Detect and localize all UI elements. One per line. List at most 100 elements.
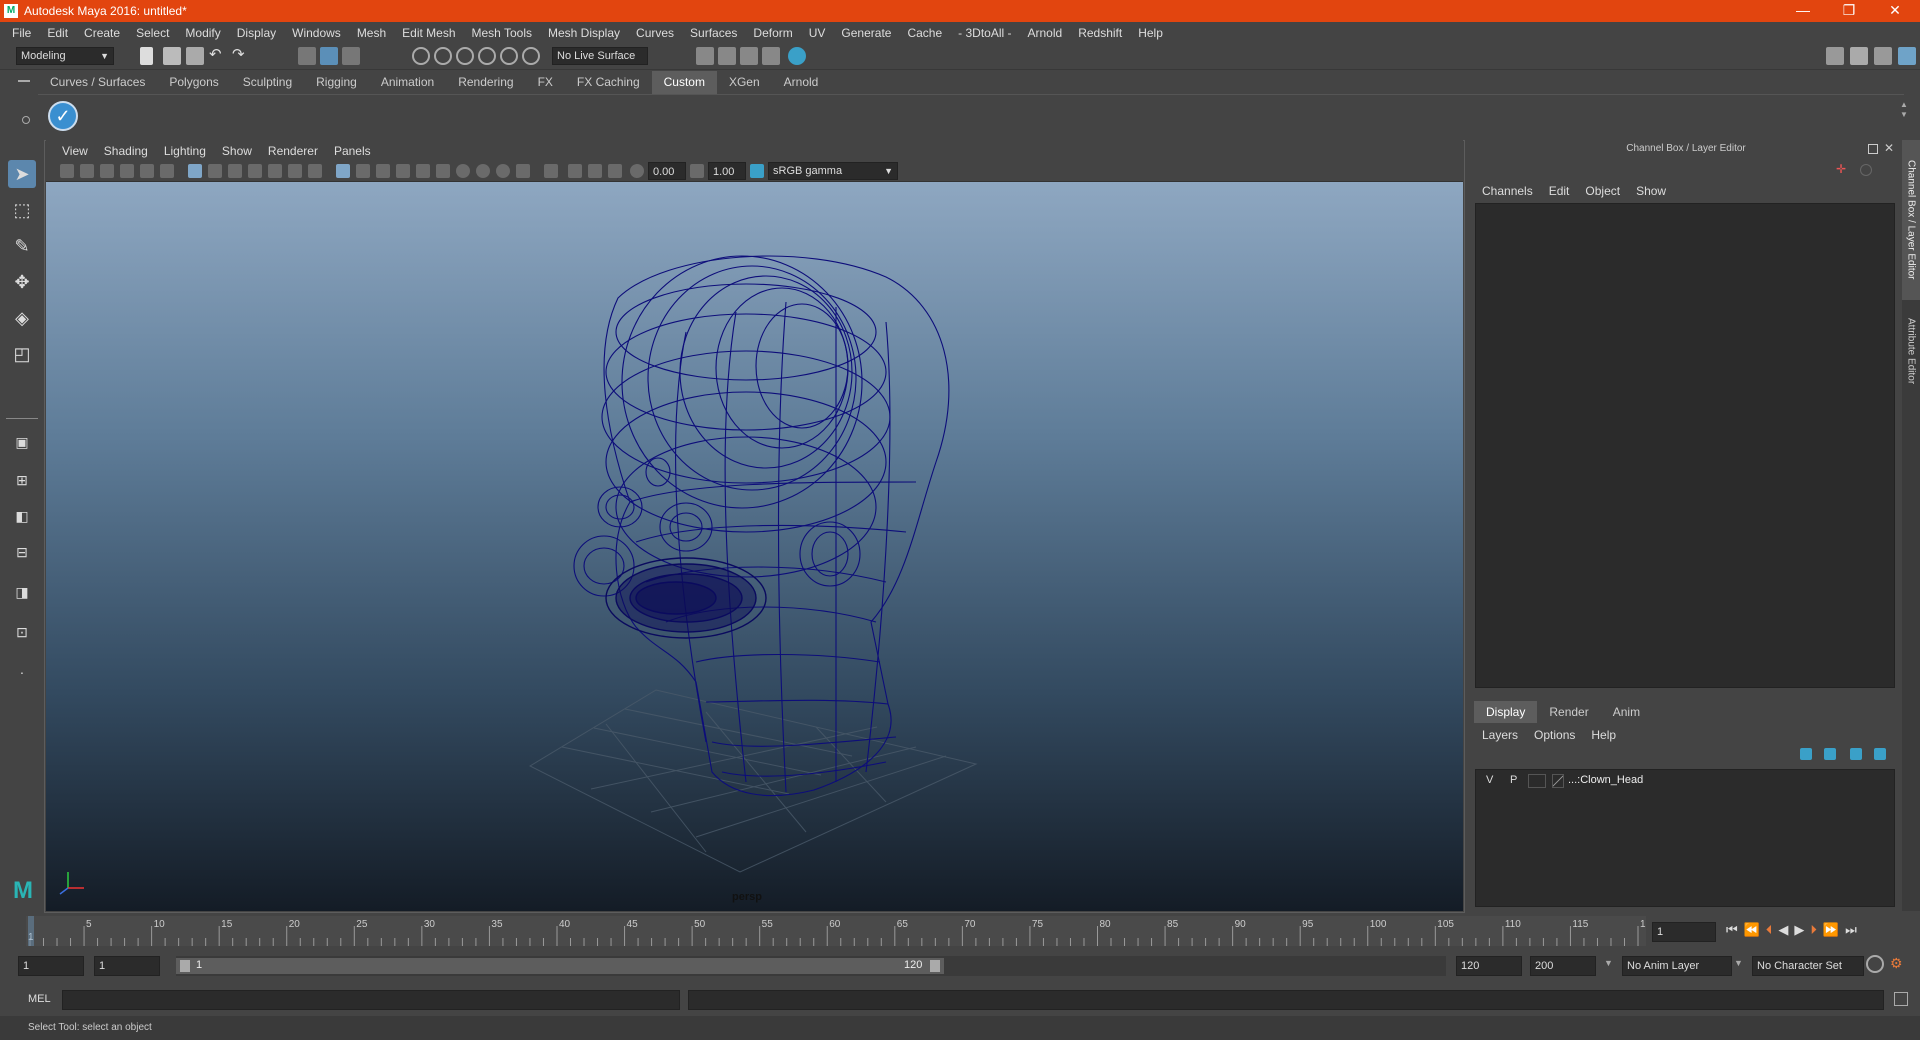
smooth-shade-icon[interactable] bbox=[356, 164, 370, 178]
menu-generate[interactable]: Generate bbox=[833, 26, 899, 40]
shelf-tab-xgen[interactable]: XGen bbox=[716, 71, 772, 94]
command-language-label[interactable]: MEL bbox=[28, 993, 51, 1005]
shelf-tab-curves-surfaces[interactable]: Curves / Surfaces bbox=[38, 71, 158, 94]
hypershade-layout-icon[interactable]: ⊡ bbox=[8, 618, 36, 646]
persp-outliner-layout-icon[interactable]: ⊟ bbox=[8, 538, 36, 566]
shelf-options-icon[interactable] bbox=[22, 116, 30, 124]
layer-row[interactable]: V P ...:Clown_Head bbox=[1476, 772, 1894, 790]
restore-button[interactable]: ❐ bbox=[1826, 0, 1872, 22]
animation-end-field[interactable]: 200 bbox=[1530, 956, 1596, 976]
new-scene-icon[interactable] bbox=[140, 47, 153, 65]
gamma-icon[interactable] bbox=[690, 164, 704, 178]
menu-3dtoall[interactable]: - 3DtoAll - bbox=[950, 26, 1019, 40]
2d-pan-zoom-icon[interactable] bbox=[140, 164, 154, 178]
snap-view-plane-icon[interactable] bbox=[478, 47, 496, 65]
float-panel-icon[interactable] bbox=[1868, 144, 1878, 154]
channel-box-menu-edit[interactable]: Edit bbox=[1541, 184, 1578, 198]
select-tool-icon[interactable]: ➤ bbox=[8, 160, 36, 188]
xray-icon[interactable] bbox=[568, 164, 582, 178]
shelf-tab-fx-caching[interactable]: FX Caching bbox=[564, 71, 652, 94]
bookmarks-icon[interactable] bbox=[100, 164, 114, 178]
range-end-grip[interactable] bbox=[930, 960, 940, 972]
minimize-button[interactable]: — bbox=[1780, 0, 1826, 22]
film-gate-icon[interactable] bbox=[208, 164, 222, 178]
multisample-aa-icon[interactable] bbox=[496, 164, 510, 178]
modeling-toolkit-icon[interactable] bbox=[1850, 47, 1868, 65]
timeline-track[interactable]: 5 10 15 20 25 30 35 40 45 50 55 60 65 70 75 80 85 90 95 100… bbox=[26, 916, 1646, 946]
select-by-object-icon[interactable] bbox=[320, 47, 338, 65]
select-by-hierarchy-icon[interactable] bbox=[298, 47, 316, 65]
menu-create[interactable]: Create bbox=[76, 26, 128, 40]
hypershade-icon[interactable] bbox=[788, 47, 806, 65]
menu-edit[interactable]: Edit bbox=[39, 26, 76, 40]
menu-help[interactable]: Help bbox=[1130, 26, 1171, 40]
menu-select[interactable]: Select bbox=[128, 26, 177, 40]
four-view-layout-icon[interactable]: ⊞ bbox=[8, 466, 36, 494]
shelf-tab-sculpting[interactable]: Sculpting bbox=[230, 71, 305, 94]
color-space-dropdown[interactable]: sRGB gamma ▼ bbox=[768, 162, 898, 180]
move-tool-icon[interactable]: ✥ bbox=[8, 268, 36, 296]
wireframe-icon[interactable] bbox=[336, 164, 350, 178]
side-tab-channel-box[interactable]: Channel Box / Layer Editor bbox=[1902, 140, 1920, 300]
step-forward-frame-icon[interactable]: ⏵ bbox=[1810, 922, 1817, 938]
field-chart-icon[interactable] bbox=[268, 164, 282, 178]
depth-of-field-icon[interactable] bbox=[516, 164, 530, 178]
shelf-tab-arnold[interactable]: Arnold bbox=[771, 71, 831, 94]
step-back-key-icon[interactable]: ⏪ bbox=[1744, 922, 1760, 938]
range-slider-track[interactable]: 1 120 bbox=[176, 956, 1446, 976]
shelf-tab-custom[interactable]: Custom bbox=[651, 71, 717, 94]
grease-pencil-icon[interactable] bbox=[160, 164, 174, 178]
viewport-menu-view[interactable]: View bbox=[54, 144, 96, 158]
menu-mesh[interactable]: Mesh bbox=[349, 26, 394, 40]
animation-start-field[interactable]: 1 bbox=[18, 956, 84, 976]
panel-options-icon[interactable] bbox=[1860, 164, 1872, 176]
menu-file[interactable]: File bbox=[4, 26, 39, 40]
menu-curves[interactable]: Curves bbox=[628, 26, 682, 40]
move-layer-up-icon[interactable] bbox=[1800, 748, 1812, 760]
shelf-menu-icon[interactable] bbox=[18, 80, 30, 82]
move-layer-down-icon[interactable] bbox=[1824, 748, 1836, 760]
layer-playback-toggle[interactable]: P bbox=[1510, 774, 1517, 786]
menu-redshift[interactable]: Redshift bbox=[1070, 26, 1130, 40]
xray-components-icon[interactable] bbox=[608, 164, 622, 178]
layer-tab-render[interactable]: Render bbox=[1537, 701, 1600, 723]
render-settings-icon[interactable] bbox=[762, 47, 780, 65]
current-frame-field[interactable]: 1 bbox=[1652, 922, 1716, 942]
textured-icon[interactable] bbox=[396, 164, 410, 178]
layer-visibility-toggle[interactable]: V bbox=[1486, 774, 1493, 786]
undo-icon[interactable]: ↶ bbox=[209, 45, 227, 63]
use-default-material-icon[interactable] bbox=[376, 164, 390, 178]
render-current-frame-icon[interactable] bbox=[718, 47, 736, 65]
shelf-scroll-arrows-icon[interactable]: ▲ ▼ bbox=[1900, 100, 1910, 130]
viewport-menu-renderer[interactable]: Renderer bbox=[260, 144, 326, 158]
menu-display[interactable]: Display bbox=[229, 26, 284, 40]
menu-arnold[interactable]: Arnold bbox=[1020, 26, 1071, 40]
side-tab-attribute-editor[interactable]: Attribute Editor bbox=[1902, 306, 1920, 396]
shadows-icon[interactable] bbox=[436, 164, 450, 178]
gamma-field[interactable]: 1.00 bbox=[708, 162, 746, 180]
close-panel-icon[interactable]: ✕ bbox=[1884, 141, 1894, 155]
layer-menu-help[interactable]: Help bbox=[1583, 728, 1624, 742]
motion-blur-icon[interactable] bbox=[476, 164, 490, 178]
menu-deform[interactable]: Deform bbox=[745, 26, 800, 40]
menu-uv[interactable]: UV bbox=[801, 26, 834, 40]
new-layer-icon[interactable] bbox=[1850, 748, 1862, 760]
shelf-tab-polygons[interactable]: Polygons bbox=[157, 71, 231, 94]
viewport-3d[interactable]: persp bbox=[46, 182, 1463, 911]
live-surface-field[interactable]: No Live Surface bbox=[552, 47, 648, 65]
snap-grid-icon[interactable] bbox=[412, 47, 430, 65]
paint-select-tool-icon[interactable]: ✎ bbox=[8, 232, 36, 260]
playback-end-field[interactable]: 120 bbox=[1456, 956, 1522, 976]
channel-box-toggle-icon[interactable] bbox=[1898, 47, 1916, 65]
menuset-dropdown[interactable]: Modeling ▼ bbox=[16, 47, 114, 65]
snap-point-icon[interactable] bbox=[456, 47, 474, 65]
single-view-layout-icon[interactable]: ▣ bbox=[8, 428, 36, 456]
layer-menu-options[interactable]: Options bbox=[1526, 728, 1583, 742]
shelf-tab-animation[interactable]: Animation bbox=[368, 71, 447, 94]
layer-tab-anim[interactable]: Anim bbox=[1601, 701, 1652, 723]
isolate-select-icon[interactable] bbox=[544, 164, 558, 178]
menu-modify[interactable]: Modify bbox=[177, 26, 228, 40]
menu-mesh-display[interactable]: Mesh Display bbox=[540, 26, 628, 40]
camera-attributes-icon[interactable] bbox=[80, 164, 94, 178]
persp-graph-layout-icon[interactable]: ◨ bbox=[8, 578, 36, 606]
